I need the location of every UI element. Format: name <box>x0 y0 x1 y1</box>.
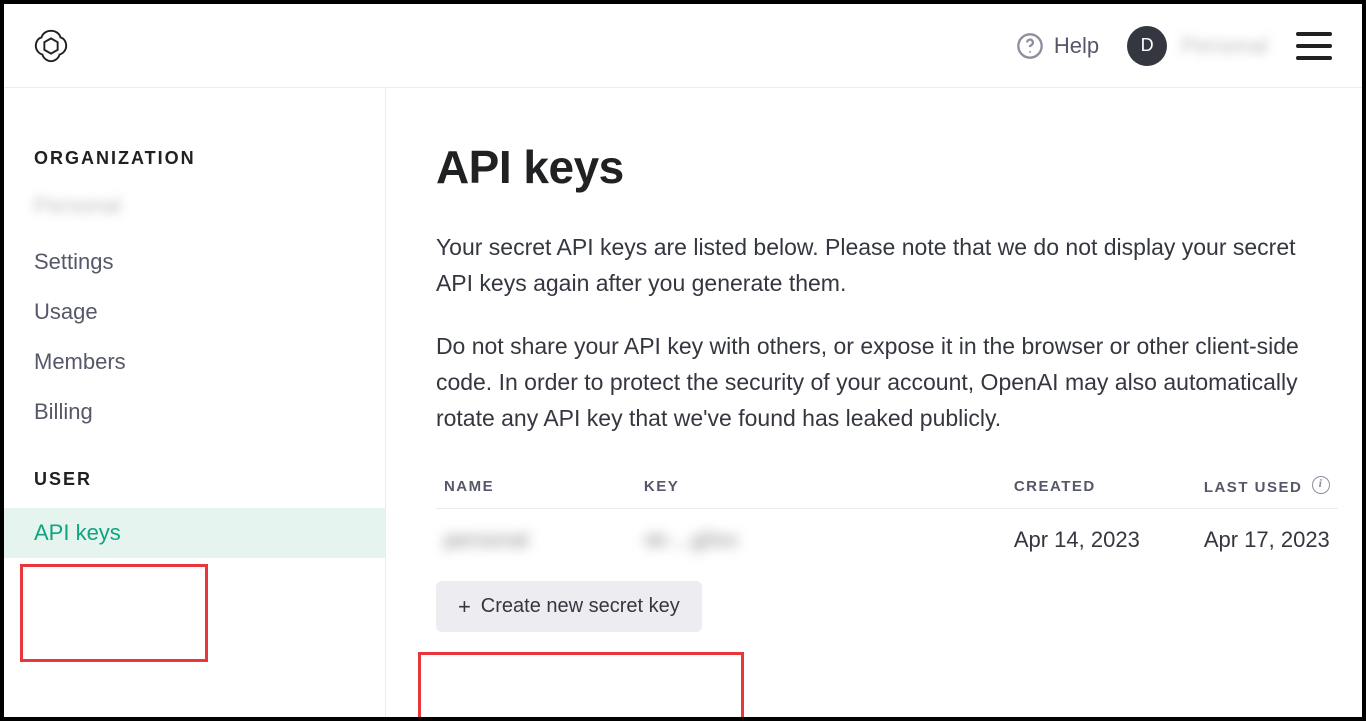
sidebar: ORGANIZATION Personal Settings Usage Mem… <box>4 88 386 717</box>
help-link[interactable]: Help <box>1016 32 1099 60</box>
cell-name: personal <box>436 509 636 576</box>
table-row: personal sk-...g0xx Apr 14, 2023 Apr 17,… <box>436 509 1338 576</box>
sidebar-heading-user: USER <box>4 469 385 490</box>
plus-icon: + <box>458 596 471 618</box>
cell-created: Apr 14, 2023 <box>1006 509 1196 576</box>
cell-last-used: Apr 17, 2023 <box>1196 509 1338 576</box>
intro-paragraph-1: Your secret API keys are listed below. P… <box>436 230 1316 301</box>
annotation-highlight-user <box>20 564 208 662</box>
create-secret-key-button[interactable]: + Create new secret key <box>436 581 702 632</box>
avatar[interactable]: D <box>1127 26 1167 66</box>
sidebar-item-billing[interactable]: Billing <box>4 387 385 437</box>
create-secret-key-label: Create new secret key <box>481 595 680 618</box>
annotation-highlight-create <box>418 652 744 717</box>
col-key: KEY <box>636 464 1006 509</box>
organization-selector[interactable]: Personal <box>4 187 385 237</box>
info-icon[interactable] <box>1312 476 1330 494</box>
menu-icon[interactable] <box>1296 32 1332 60</box>
sidebar-item-api-keys[interactable]: API keys <box>4 508 385 558</box>
openai-logo-icon <box>32 27 70 65</box>
help-label: Help <box>1054 33 1099 59</box>
account-name[interactable]: Personal <box>1181 33 1268 59</box>
sidebar-item-settings[interactable]: Settings <box>4 237 385 287</box>
help-icon <box>1016 32 1044 60</box>
col-created: CREATED <box>1006 464 1196 509</box>
page-title: API keys <box>436 140 1338 194</box>
sidebar-heading-organization: ORGANIZATION <box>4 148 385 169</box>
organization-name: Personal <box>34 193 121 219</box>
col-name: NAME <box>436 464 636 509</box>
header: Help D Personal <box>4 4 1362 88</box>
api-keys-table: NAME KEY CREATED LAST USED personal sk-.… <box>436 464 1338 575</box>
avatar-initial: D <box>1141 35 1154 56</box>
intro-paragraph-2: Do not share your API key with others, o… <box>436 329 1316 436</box>
sidebar-item-usage[interactable]: Usage <box>4 287 385 337</box>
main-content: API keys Your secret API keys are listed… <box>386 88 1362 717</box>
col-last-used: LAST USED <box>1196 464 1338 509</box>
cell-key: sk-...g0xx <box>636 509 1006 576</box>
sidebar-item-members[interactable]: Members <box>4 337 385 387</box>
